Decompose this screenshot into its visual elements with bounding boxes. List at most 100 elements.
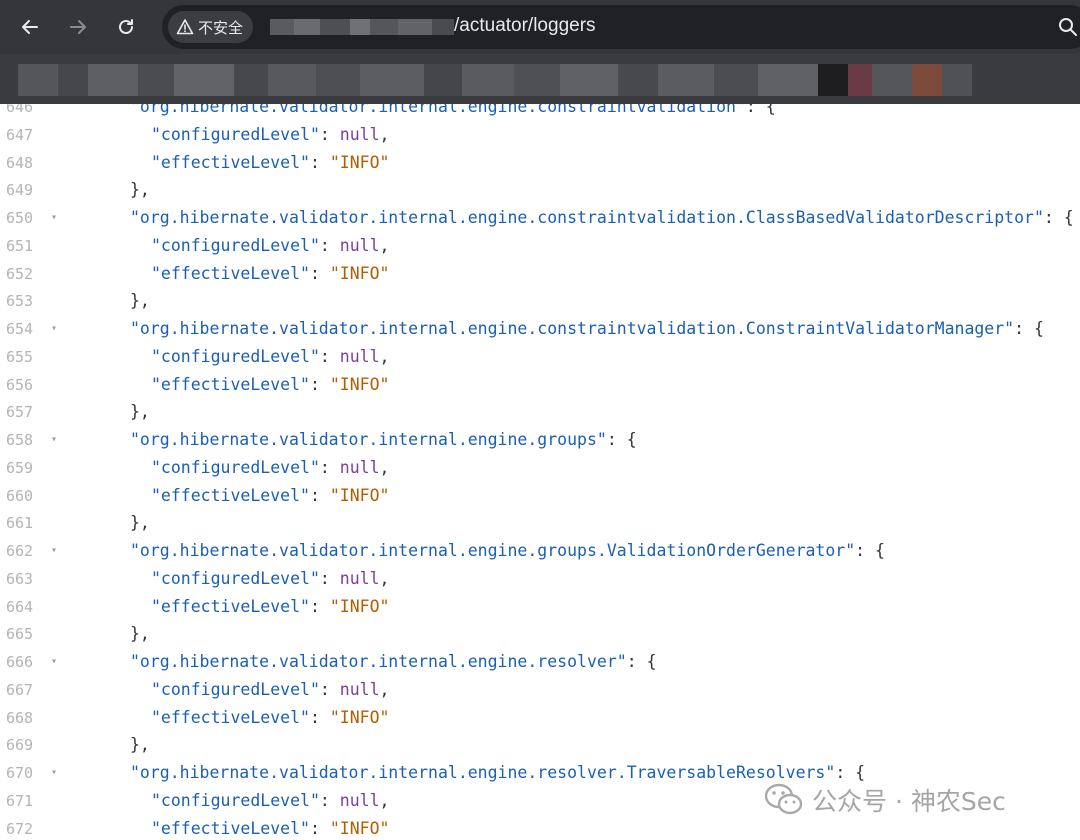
json-null: null [339, 346, 380, 366]
json-punct: : [309, 152, 330, 172]
json-punct: , [379, 457, 390, 477]
line-number: 649 [6, 181, 34, 200]
back-button[interactable] [14, 11, 46, 43]
arrow-left-icon [22, 20, 38, 34]
json-punct: : [309, 374, 330, 394]
line-number: 647 [6, 125, 34, 144]
json-line: 652 "effectiveLevel": "INFO" [0, 260, 1080, 288]
fold-toggle-icon[interactable]: ▾ [51, 204, 57, 232]
json-line: 659 "configuredLevel": null, [0, 454, 1080, 482]
line-code: "org.hibernate.validator.internal.engine… [130, 315, 1044, 343]
json-string: "INFO" [329, 818, 390, 838]
zoom-icon[interactable] [1058, 17, 1078, 37]
json-key: "org.hibernate.validator.internal.engine… [130, 652, 627, 671]
line-number: 658 [6, 431, 34, 449]
json-punct: : [319, 457, 340, 477]
line-code: "effectiveLevel": "INFO" [151, 815, 389, 840]
line-code: "org.hibernate.validator.internal.engine… [130, 204, 1074, 232]
json-line: 656 "effectiveLevel": "INFO" [0, 371, 1080, 399]
line-code: "configuredLevel": null, [151, 343, 389, 371]
json-null: null [339, 235, 380, 255]
json-punct: : [309, 818, 330, 838]
line-code: "org.hibernate.validator.internal.engine… [130, 104, 776, 121]
line-number: 659 [6, 458, 34, 477]
json-line: 663 "configuredLevel": null, [0, 565, 1080, 593]
line-number: 652 [6, 264, 34, 283]
json-line: 664 "effectiveLevel": "INFO" [0, 593, 1080, 621]
json-null: null [339, 790, 380, 810]
json-string: "INFO" [329, 263, 390, 283]
json-punct: }, [130, 402, 150, 422]
line-number: 671 [6, 791, 34, 810]
json-punct: : { [626, 652, 657, 671]
line-number: 646 [6, 104, 34, 116]
json-string: "INFO" [329, 596, 390, 616]
json-punct: , [379, 679, 390, 699]
line-number: 669 [6, 736, 34, 755]
json-line: 651 "configuredLevel": null, [0, 232, 1080, 260]
line-code: }, [130, 287, 150, 315]
security-label: 不安全 [198, 18, 244, 37]
fold-toggle-icon[interactable]: ▾ [51, 759, 57, 787]
line-code: }, [130, 398, 150, 426]
json-key: "configuredLevel" [151, 346, 320, 366]
json-key: "org.hibernate.validator.internal.engine… [130, 541, 856, 560]
json-null: null [339, 124, 380, 144]
line-number: 663 [6, 569, 34, 588]
json-string: "INFO" [329, 485, 390, 505]
fold-toggle-icon[interactable]: ▾ [51, 426, 57, 454]
bookmarks-bar-redacted [0, 54, 1080, 104]
json-punct: : [309, 485, 330, 505]
json-viewer: 646 "org.hibernate.validator.internal.eng… [0, 104, 1080, 840]
json-key: "org.hibernate.validator.internal.engine… [130, 319, 1015, 338]
browser-toolbar: 不安全 /actuator/loggers [0, 0, 1080, 54]
json-punct: : { [855, 541, 885, 560]
json-punct: : { [745, 104, 776, 116]
reload-button[interactable] [110, 11, 142, 43]
line-code: "configuredLevel": null, [151, 454, 389, 482]
json-punct: : [319, 679, 340, 699]
line-number: 650 [6, 209, 34, 227]
line-code: "effectiveLevel": "INFO" [151, 593, 389, 621]
json-key: "configuredLevel" [151, 235, 320, 255]
json-null: null [339, 457, 380, 477]
json-punct: , [379, 124, 390, 144]
json-punct: : [309, 596, 330, 616]
json-line: 667 "configuredLevel": null, [0, 676, 1080, 704]
json-key: "org.hibernate.validator.internal.engine… [130, 430, 607, 449]
json-punct: : [309, 263, 330, 283]
json-line: 650 ▾ "org.hibernate.validator.internal.en… [0, 204, 1080, 232]
json-punct: : [319, 124, 340, 144]
json-punct: : [319, 568, 340, 588]
json-punct: : { [1014, 319, 1044, 338]
line-number: 653 [6, 292, 34, 311]
json-line: 660 "effectiveLevel": "INFO" [0, 482, 1080, 510]
json-key: "configuredLevel" [151, 790, 320, 810]
json-key: "configuredLevel" [151, 568, 320, 588]
fold-toggle-icon[interactable]: ▾ [51, 537, 57, 565]
json-line: 665}, [0, 620, 1080, 648]
json-string: "INFO" [329, 707, 390, 727]
json-string: "INFO" [329, 374, 390, 394]
json-null: null [339, 679, 380, 699]
line-code: }, [130, 620, 150, 648]
line-number: 664 [6, 597, 34, 616]
line-number: 661 [6, 514, 34, 533]
arrow-right-icon [70, 20, 86, 34]
json-punct: : [309, 707, 330, 727]
json-string: "INFO" [329, 152, 390, 172]
line-number: 648 [6, 153, 34, 172]
line-code: }, [130, 509, 150, 537]
line-number: 660 [6, 486, 34, 505]
json-line: 649}, [0, 176, 1080, 204]
fold-toggle-icon[interactable]: ▾ [51, 315, 57, 343]
security-indicator[interactable]: 不安全 [168, 11, 254, 43]
forward-button[interactable] [62, 11, 94, 43]
fold-toggle-icon[interactable]: ▾ [51, 648, 57, 676]
line-code: }, [130, 731, 150, 759]
json-punct: }, [130, 624, 150, 644]
address-bar[interactable]: 不安全 /actuator/loggers [162, 5, 1080, 49]
json-key: "org.hibernate.validator.internal.engine… [130, 104, 746, 116]
line-code: "org.hibernate.validator.internal.engine… [130, 648, 657, 676]
watermark: 公众号 · 神农Sec [764, 780, 1006, 820]
